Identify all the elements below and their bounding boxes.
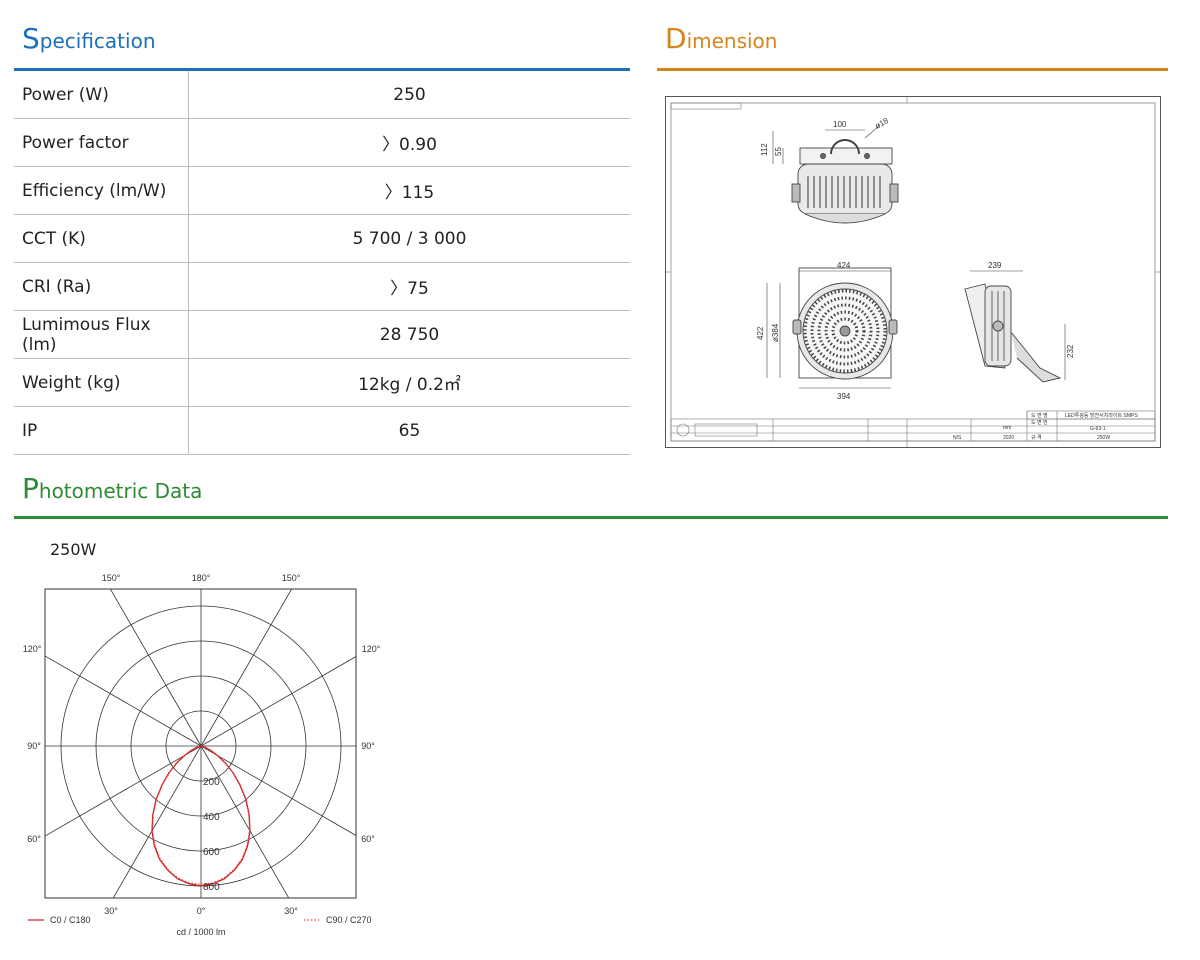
- grid-spoke: [45, 745, 202, 837]
- spec-label: IP: [14, 406, 189, 455]
- title-product: LED투광등 방전서치라이트 SMPS: [1065, 412, 1138, 419]
- dimension-heading: Dimension: [665, 22, 778, 55]
- dim-top-bracket: 55: [774, 147, 783, 156]
- angle-label: 90°: [361, 741, 375, 751]
- spec-row: IP 65: [14, 406, 630, 455]
- spec-label: CRI (Ra): [14, 262, 189, 311]
- legend-label: C90 / C270: [326, 915, 372, 925]
- dim-side-depth: 239: [988, 261, 1002, 270]
- title-scale: N/S: [953, 435, 962, 441]
- spec-row: Weight (kg) 12kg / 0.2㎡: [14, 358, 630, 407]
- photometric-rule: [14, 516, 1168, 519]
- unit-label: cd / 1000 lm: [176, 927, 225, 937]
- spec-row: CCT (K) 5 700 / 3 000: [14, 214, 630, 263]
- radial-tick-label: 800: [203, 882, 220, 893]
- title-row-label: 도 면 번: [1031, 419, 1048, 426]
- dim-top-width: 100: [833, 120, 847, 129]
- spec-value: 250: [188, 71, 630, 119]
- title-unit: mm: [1003, 425, 1011, 431]
- angle-label: 150°: [282, 573, 301, 583]
- title-code: G-63-1: [1090, 426, 1106, 432]
- spec-row: Lumimous Flux (lm) 28 750: [14, 310, 630, 359]
- dim-side-height: 232: [1066, 344, 1075, 358]
- drawing-frame: [665, 96, 1161, 448]
- grid-spoke: [45, 655, 202, 747]
- spec-row: Efficiency (lm/W) 〉115: [14, 166, 630, 215]
- radial-ticks: 200 400 600 800: [203, 777, 220, 893]
- chart-frame: [44, 588, 357, 899]
- dim-front-base: 394: [837, 392, 851, 401]
- dimension-rule: [657, 68, 1168, 71]
- dimension-drawing: 100 ø18 112 55 424 422 ø384 394 239 232: [665, 96, 1161, 448]
- spec-value: 65: [188, 406, 630, 455]
- title-row-label: 도 면 명: [1031, 412, 1048, 419]
- polar-chart: 200 400 600 800 150° 180° 150° 120° 90° 60°…: [23, 573, 381, 937]
- angle-label: 0°: [197, 906, 206, 916]
- angle-label: 120°: [362, 644, 381, 654]
- legend-label: C0 / C180: [50, 915, 91, 925]
- spec-label: Lumimous Flux (lm): [14, 310, 189, 359]
- spec-label: Weight (kg): [14, 358, 189, 407]
- spec-value: 5 700 / 3 000: [188, 214, 630, 263]
- angle-label: 60°: [361, 834, 375, 844]
- spec-label: Power factor: [14, 118, 189, 167]
- spec-label: CCT (K): [14, 214, 189, 263]
- title-row-label: 규 격: [1031, 434, 1042, 441]
- specification-heading: Specification: [22, 22, 156, 55]
- spec-table: Power (W) 250 Power factor 〉0.90 Efficienc…: [14, 71, 630, 455]
- radial-tick-label: 200: [203, 777, 220, 788]
- spec-value: 〉0.90: [188, 118, 630, 167]
- spec-label: Power (W): [14, 71, 189, 119]
- spec-row: Power factor 〉0.90: [14, 118, 630, 167]
- dim-front-width: 424: [837, 261, 851, 270]
- angle-label: 120°: [23, 644, 42, 654]
- spec-row: Power (W) 250: [14, 71, 630, 119]
- dim-front-diameter: ø384: [771, 323, 780, 342]
- grid-spoke: [200, 745, 290, 898]
- spec-value: 〉75: [188, 262, 630, 311]
- spec-value: 12kg / 0.2㎡: [188, 358, 630, 407]
- spec-value: 〉115: [188, 166, 630, 215]
- angle-label: 90°: [27, 741, 41, 751]
- radial-tick-label: 600: [203, 847, 220, 858]
- spec-row: CRI (Ra) 〉75: [14, 262, 630, 311]
- angle-label: 180°: [192, 573, 211, 583]
- dim-front-height: 422: [756, 326, 765, 340]
- title-year: 2020: [1003, 435, 1014, 441]
- spec-label: Efficiency (lm/W): [14, 166, 189, 215]
- angle-label: 60°: [27, 834, 41, 844]
- photometric-heading: Photometric Data: [22, 472, 203, 505]
- angle-label: 30°: [104, 906, 118, 916]
- dim-top-height: 112: [760, 143, 769, 156]
- angle-label: 30°: [284, 906, 298, 916]
- radial-tick-label: 400: [203, 812, 220, 823]
- title-power: 250W: [1097, 435, 1110, 441]
- spec-value: 28 750: [188, 310, 630, 359]
- angle-label: 150°: [102, 573, 121, 583]
